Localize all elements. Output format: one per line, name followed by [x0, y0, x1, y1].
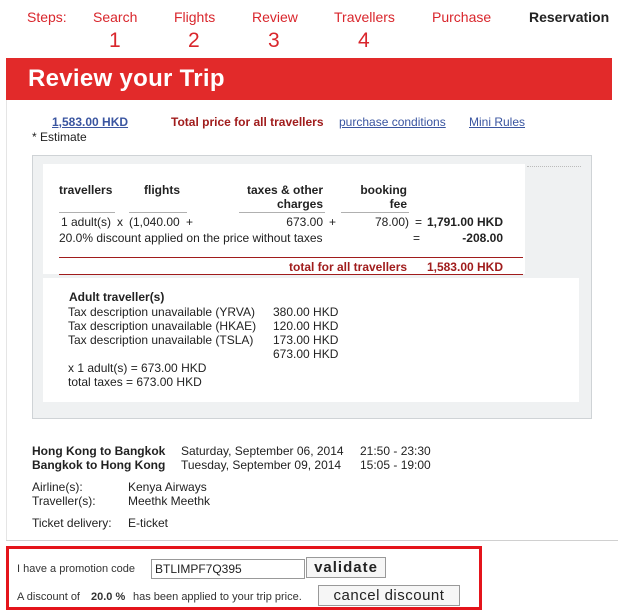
row-plus-2: +: [329, 215, 337, 229]
airline-label: Airline(s):: [32, 480, 83, 494]
total-price-label: Total price for all travellers: [171, 115, 324, 129]
page-banner: Review your Trip: [6, 58, 612, 100]
promotion-panel: I have a promotion code validate A disco…: [6, 546, 482, 610]
discount-applied-prefix: A discount of: [17, 591, 80, 603]
step-flights-number: 2: [188, 29, 200, 52]
traveller-label: Traveller(s):: [32, 494, 96, 508]
tax-desc: Tax description unavailable (HKAE): [68, 319, 257, 333]
discount-equals: =: [413, 231, 421, 245]
rule: [129, 212, 187, 213]
step-purchase: Purchase: [432, 9, 492, 25]
discount-label: 20.0% discount applied on the price with…: [59, 231, 323, 245]
itinerary-date: Saturday, September 06, 2014: [181, 444, 344, 458]
row-total: 1,791.00 HKD: [426, 215, 503, 229]
tax-details: Adult traveller(s) Tax description unava…: [43, 278, 579, 402]
ticket-delivery-label: Ticket delivery:: [32, 516, 112, 530]
tax-section-title: Adult traveller(s): [69, 290, 165, 304]
promo-label: I have a promotion code: [17, 563, 136, 575]
purchase-conditions-link[interactable]: purchase conditions: [339, 115, 446, 129]
row-travellers: 1 adult(s): [61, 215, 112, 229]
row-plus-1: +: [186, 215, 194, 229]
itinerary-time: 15:05 - 19:00: [360, 458, 431, 472]
step-travellers-number: 4: [358, 29, 370, 52]
tax-total: total taxes = 673.00 HKD: [68, 375, 202, 389]
tax-value: 120.00 HKD: [273, 319, 339, 333]
row-equals: =: [415, 215, 423, 229]
rule: [239, 212, 325, 213]
tax-value: 173.00 HKD: [273, 333, 339, 347]
steps-label: Steps:: [27, 9, 67, 25]
dotted-divider: [527, 166, 581, 167]
col-travellers: travellers: [59, 183, 113, 197]
step-search[interactable]: Search: [93, 9, 137, 25]
row-times: x: [117, 215, 123, 229]
promo-code-input[interactable]: [151, 559, 305, 579]
step-review-number: 3: [268, 29, 280, 52]
mini-rules-link[interactable]: Mini Rules: [469, 115, 525, 129]
grand-total-label: total for all travellers: [289, 260, 408, 274]
discount-applied-percent: 20.0 %: [91, 591, 126, 603]
tax-subtotal: 673.00 HKD: [273, 347, 339, 361]
step-search-number: 1: [109, 29, 121, 52]
rule: [59, 212, 115, 213]
steps-bar: Steps: Search 1 Flights 2 Review 3 Trave…: [0, 0, 618, 56]
grand-total-value: 1,583.00 HKD: [426, 260, 503, 274]
col-fee: booking: [360, 183, 407, 197]
itinerary-date: Tuesday, September 09, 2014: [181, 458, 342, 472]
traveller-value: Meethk Meethk: [128, 494, 211, 508]
rule: [341, 212, 409, 213]
validate-button[interactable]: validate: [306, 557, 386, 578]
estimate-note: * Estimate: [32, 130, 87, 144]
discount-applied-suffix: has been applied to your trip price.: [133, 591, 302, 603]
tax-value: 380.00 HKD: [273, 305, 339, 319]
row-flights: (1,040.00: [129, 215, 180, 229]
itinerary-route: Bangkok to Hong Kong: [32, 458, 166, 472]
step-travellers[interactable]: Travellers: [334, 9, 395, 25]
step-flights[interactable]: Flights: [174, 9, 215, 25]
itinerary-time: 21:50 - 23:30: [360, 444, 431, 458]
page-title: Review your Trip: [28, 65, 225, 92]
airline-value: Kenya Airways: [128, 480, 207, 494]
fare-table: travellers flights taxes & other charges…: [43, 164, 525, 275]
col-flights: flights: [144, 183, 180, 197]
left-divider: [6, 100, 7, 540]
tax-per-adult: x 1 adult(s) = 673.00 HKD: [68, 361, 207, 375]
row-taxes: 673.00: [286, 215, 323, 229]
col-fee-2: fee: [389, 197, 407, 211]
itinerary-route: Hong Kong to Bangkok: [32, 444, 166, 458]
price-breakdown-panel: travellers flights taxes & other charges…: [32, 155, 592, 419]
ticket-delivery-value: E-ticket: [128, 516, 169, 530]
cancel-discount-button[interactable]: cancel discount: [318, 585, 460, 606]
total-rule: [59, 257, 523, 258]
col-taxes: taxes & other: [246, 183, 323, 197]
row-fee: 78.00): [374, 215, 409, 229]
total-price-link[interactable]: 1,583.00 HKD: [52, 115, 128, 129]
step-review[interactable]: Review: [252, 9, 298, 25]
total-rule: [59, 274, 523, 275]
section-divider: [6, 540, 618, 541]
step-reservation-current: Reservation: [529, 9, 610, 25]
discount-value: -208.00: [462, 231, 503, 245]
col-taxes-2: charges: [276, 197, 323, 211]
tax-desc: Tax description unavailable (TSLA): [68, 333, 254, 347]
tax-desc: Tax description unavailable (YRVA): [68, 305, 255, 319]
